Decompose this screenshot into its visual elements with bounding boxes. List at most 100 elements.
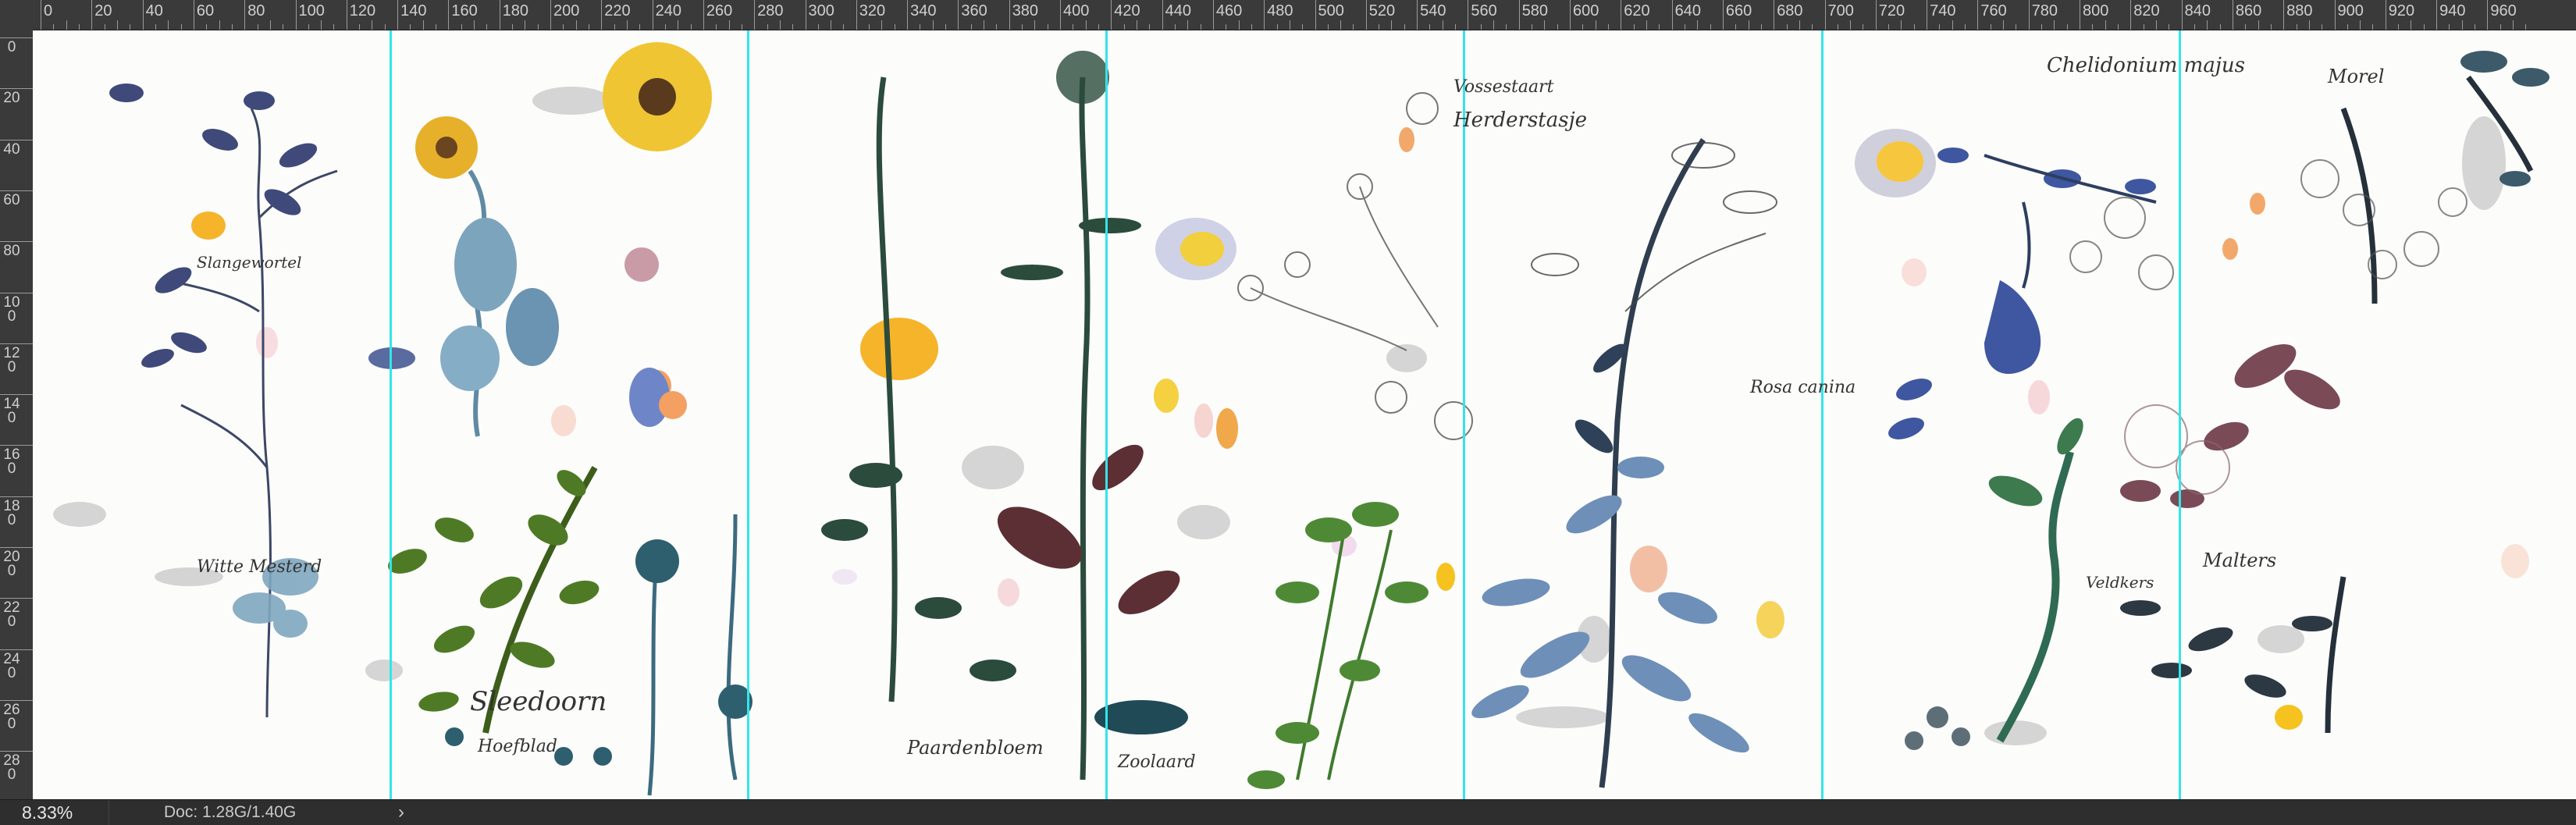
ruler-minor-tick: [486, 24, 488, 30]
ruler-major-tick: [601, 0, 603, 30]
ruler-minor-tick: [2219, 24, 2221, 30]
ruler-major-tick: [958, 0, 959, 30]
ruler-major-tick: [2181, 0, 2183, 30]
ruler-label: 340: [910, 2, 937, 20]
botanical-artwork: [53, 42, 2549, 796]
ruler-minor-tick: [817, 24, 819, 30]
ruler-label: 280: [3, 752, 20, 784]
ruler-label: 940: [2439, 2, 2466, 20]
ruler-major-tick: [0, 37, 33, 38]
ruler-label: 720: [1878, 2, 1905, 20]
ruler-minor-tick: [1850, 20, 1852, 30]
ruler-minor-tick: [2423, 24, 2425, 30]
ruler-label: 780: [2031, 2, 2058, 20]
ruler-label: 600: [1573, 2, 1599, 20]
ruler-minor-tick: [1238, 20, 1240, 30]
ruler-major-tick: [1722, 0, 1724, 30]
status-bar: 8.33% Doc: 1.28G/1.40G ›: [0, 799, 2576, 825]
guide-line[interactable]: [2179, 30, 2181, 799]
handwritten-annotation: Herderstasje: [1453, 108, 1588, 132]
ruler-major-tick: [448, 0, 450, 30]
ruler-minor-tick: [2398, 24, 2400, 30]
horizontal-ruler[interactable]: 0 20 40 60 80 100 120 140 160 180 200 220 240 260 280 3…: [33, 0, 2576, 30]
ruler-minor-tick: [422, 20, 424, 30]
ruler-label: 540: [1420, 2, 1446, 20]
ruler-minor-tick: [1812, 24, 1813, 30]
handwritten-annotation: Zoolaard: [1118, 752, 1196, 772]
ruler-minor-tick: [1799, 20, 1800, 30]
ruler-label: 960: [2490, 2, 2517, 20]
ruler-corner[interactable]: [0, 0, 34, 30]
ruler-major-tick: [1365, 0, 1367, 30]
ruler-major-tick: [0, 394, 33, 396]
ruler-major-tick: [91, 0, 93, 30]
ruler-minor-tick: [1187, 20, 1189, 30]
handwritten-annotation: Vossestaart: [1453, 77, 1554, 97]
ruler-label: 0: [7, 39, 16, 55]
ruler-minor-tick: [410, 24, 411, 30]
ruler-label: 260: [706, 2, 733, 20]
ruler-major-tick: [2283, 0, 2285, 30]
ruler-label: 700: [1827, 2, 1854, 20]
ruler-minor-tick: [1391, 20, 1393, 30]
ruler-minor-tick: [970, 24, 972, 30]
ruler-major-tick: [1162, 0, 1163, 30]
ruler-label: 800: [2083, 2, 2109, 20]
zoom-level-field[interactable]: 8.33%: [0, 800, 109, 825]
ruler-minor-tick: [664, 24, 666, 30]
ruler-minor-tick: [1952, 20, 1953, 30]
ruler-label: 840: [2184, 2, 2211, 20]
ruler-minor-tick: [2003, 20, 2005, 30]
ruler-minor-tick: [1697, 20, 1699, 30]
ruler-minor-tick: [779, 20, 781, 30]
ruler-minor-tick: [2105, 20, 2106, 30]
ruler-major-tick: [2130, 0, 2132, 30]
ruler-label: 60: [3, 191, 20, 208]
ruler-label: 300: [808, 2, 834, 20]
ruler-major-tick: [703, 0, 704, 30]
status-menu-arrow-icon[interactable]: ›: [398, 802, 404, 823]
ruler-label: 420: [1114, 2, 1140, 20]
guide-line[interactable]: [747, 30, 749, 799]
ruler-label: 100: [3, 293, 20, 325]
ruler-minor-tick: [2270, 24, 2272, 30]
ruler-label: 140: [3, 396, 20, 427]
guide-line[interactable]: [1821, 30, 1823, 799]
ruler-label: 180: [502, 2, 529, 20]
ruler-major-tick: [0, 445, 33, 446]
ruler-label: 220: [604, 2, 631, 20]
ruler-label: 160: [3, 446, 20, 478]
ruler-label: 480: [1267, 2, 1293, 20]
ruler-major-tick: [0, 751, 33, 752]
ruler-minor-tick: [2525, 24, 2527, 30]
ruler-minor-tick: [206, 24, 208, 30]
ruler-minor-tick: [269, 20, 271, 30]
ruler-minor-tick: [2092, 24, 2094, 30]
ruler-minor-tick: [792, 24, 794, 30]
ruler-minor-tick: [1557, 24, 1558, 30]
vertical-ruler[interactable]: 0 20 40 60 80 100 120 140 160 180 200 220 240 260 280: [0, 30, 34, 799]
document-canvas[interactable]: Sleedoorn Hoefblad Paardenbloem Zoolaard Vos…: [33, 30, 2576, 799]
ruler-label: 520: [1368, 2, 1396, 20]
ruler-minor-tick: [2360, 20, 2361, 30]
ruler-major-tick: [244, 0, 246, 30]
ruler-minor-tick: [881, 20, 883, 30]
ruler-minor-tick: [575, 20, 577, 30]
document-size-info: Doc: 1.28G/1.40G: [164, 803, 297, 821]
guide-line[interactable]: [390, 30, 392, 799]
ruler-minor-tick: [1251, 24, 1252, 30]
ruler-minor-tick: [932, 20, 934, 30]
handwritten-annotation: Morel: [2328, 66, 2385, 87]
ruler-major-tick: [1417, 0, 1418, 30]
ruler-major-tick: [1264, 0, 1265, 30]
ruler-major-tick: [856, 0, 857, 30]
ruler-label: 220: [3, 599, 20, 631]
ruler-minor-tick: [78, 24, 80, 30]
ruler-minor-tick: [626, 20, 628, 30]
ruler-label: 500: [1318, 2, 1344, 20]
ruler-label: 80: [3, 243, 20, 260]
guide-line[interactable]: [1463, 30, 1465, 799]
guide-line[interactable]: [1105, 30, 1108, 799]
ruler-minor-tick: [2461, 20, 2463, 30]
ruler-minor-tick: [1965, 24, 1966, 30]
